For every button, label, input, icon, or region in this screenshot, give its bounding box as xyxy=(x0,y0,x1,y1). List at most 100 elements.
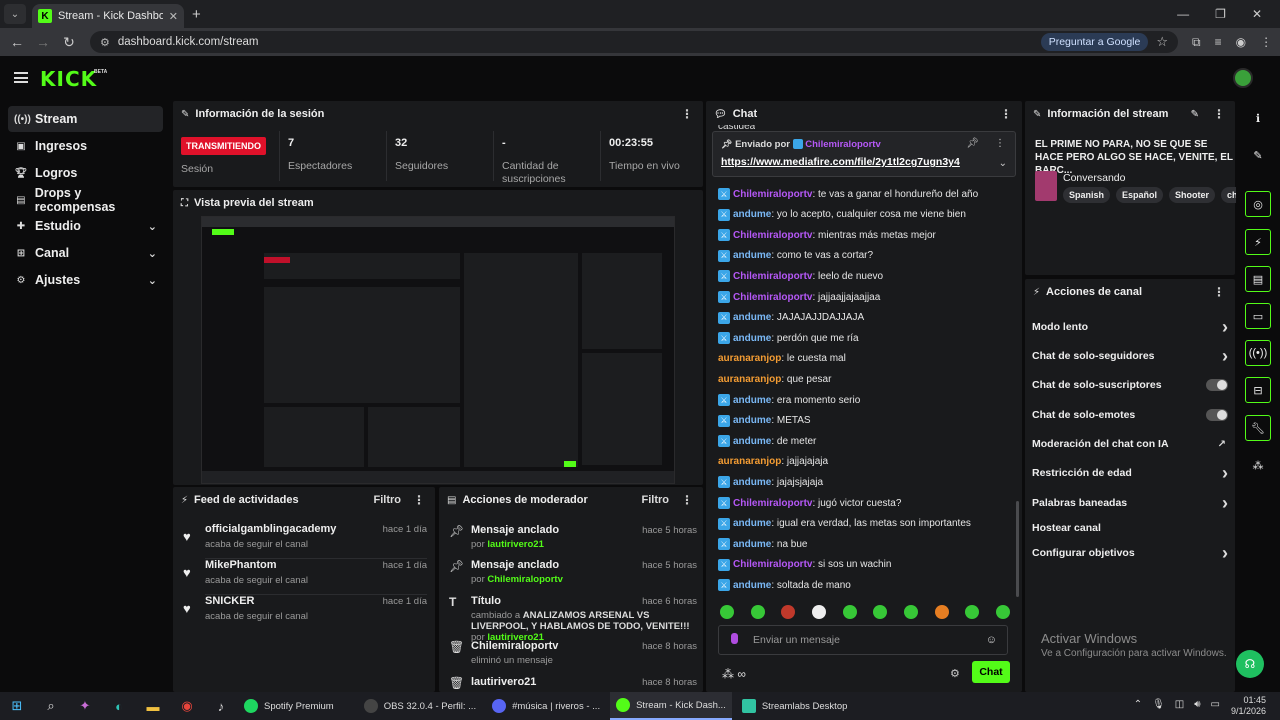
channel-action-3[interactable]: Chat de solo-emotes xyxy=(1032,407,1228,423)
chat-input[interactable]: Enviar un mensaje ☺ xyxy=(718,625,1008,655)
minimize-icon[interactable]: — xyxy=(1177,7,1189,21)
forward-icon[interactable]: → xyxy=(30,34,56,50)
close-tab-icon[interactable]: ✕ xyxy=(169,10,178,23)
tag[interactable]: Shooter xyxy=(1169,187,1216,203)
chat-icon[interactable]: ▭ xyxy=(1245,303,1271,329)
browser-tab[interactable]: K Stream - Kick Dashboard ✕ xyxy=(32,4,184,28)
sidebar-item-canal[interactable]: ⊞ Canal ⌄ xyxy=(8,240,163,266)
chevron-up-icon[interactable]: ⌃ xyxy=(1134,699,1142,710)
emote-icon[interactable] xyxy=(995,605,1010,619)
url-text[interactable]: dashboard.kick.com/stream xyxy=(118,36,1033,48)
network-icon[interactable]: ◫ xyxy=(1175,699,1184,710)
chat-username[interactable]: andume xyxy=(733,415,771,426)
channel-action-4[interactable]: Moderación del chat con IA ↗ xyxy=(1032,436,1228,452)
emote-icon[interactable] xyxy=(811,605,826,619)
emote-icon[interactable] xyxy=(720,605,734,619)
mod-icon[interactable]: ⊟ xyxy=(1245,377,1271,403)
taskbar-app[interactable]: Stream - Kick Dash... xyxy=(610,692,732,720)
chat-username[interactable]: andume xyxy=(733,312,771,323)
sidebar-item-stream[interactable]: ((•)) Stream xyxy=(8,106,163,132)
follower-name[interactable]: MikePhantom xyxy=(205,559,277,571)
pencil-icon[interactable]: ✎ xyxy=(1245,142,1271,168)
taskbar-app[interactable]: #música | riveros - ... xyxy=(486,692,606,720)
edit-icon[interactable]: ✎ xyxy=(1191,109,1199,120)
new-tab-button[interactable]: + xyxy=(192,6,201,23)
chat-settings-icon[interactable]: ⚙ xyxy=(950,667,960,680)
follower-name[interactable]: SNICKER xyxy=(205,595,255,607)
chat-username[interactable]: Chilemiraloportv xyxy=(733,189,812,200)
more-options-icon[interactable]: ⋮ xyxy=(681,493,693,507)
chat-username[interactable]: Chilemiraloportv xyxy=(733,230,812,241)
chat-username[interactable]: auranaranjop xyxy=(718,456,781,467)
volume-icon[interactable]: 🔊︎ xyxy=(1194,699,1200,710)
chat-scrollbar[interactable] xyxy=(1016,501,1019,597)
microphone-icon[interactable] xyxy=(731,633,738,644)
more-options-icon[interactable]: ⋮ xyxy=(681,107,693,121)
user-avatar[interactable] xyxy=(1233,68,1253,88)
ask-google-button[interactable]: Preguntar a Google xyxy=(1040,33,1149,51)
channel-action-1[interactable]: Chat de solo-seguidores › xyxy=(1032,346,1228,366)
pinned-user[interactable]: Chilemiraloportv xyxy=(805,139,881,150)
help-chat-button[interactable]: ☊ xyxy=(1236,650,1264,678)
send-chat-button[interactable]: Chat xyxy=(972,661,1010,683)
chat-username[interactable]: andume xyxy=(733,209,771,220)
broadcast-icon[interactable]: ((•)) xyxy=(1245,340,1271,366)
site-info-icon[interactable]: ⚙ xyxy=(100,36,110,49)
more-options-icon[interactable]: ⋮ xyxy=(413,493,425,507)
wrench-icon[interactable]: 🔧︎ xyxy=(1245,415,1271,441)
chrome-icon[interactable]: ◉ xyxy=(170,692,204,720)
chat-username[interactable]: andume xyxy=(733,580,771,591)
pinned-message[interactable]: 📌︎ Enviado por Chilemiraloportv https://… xyxy=(712,131,1016,177)
tag[interactable]: Español xyxy=(1116,187,1164,203)
chat-username[interactable]: Chilemiraloportv xyxy=(733,559,812,570)
emote-icon[interactable] xyxy=(965,605,980,619)
url-field[interactable]: ⚙ dashboard.kick.com/stream Preguntar a … xyxy=(90,31,1178,53)
chat-username[interactable]: andume xyxy=(733,539,771,550)
points-infinity-icon[interactable]: ⁂ ∞ xyxy=(722,667,746,681)
copilot-icon[interactable]: ✦ xyxy=(68,692,102,720)
emote-icon[interactable] xyxy=(903,605,918,619)
kick-logo[interactable]: KICK xyxy=(40,67,97,91)
points-icon[interactable]: ⁂ xyxy=(1245,452,1271,478)
taskbar-app[interactable]: OBS 32.0.4 - Perfil: ... xyxy=(358,692,482,720)
category-name[interactable]: Conversando xyxy=(1063,172,1125,184)
profile-icon[interactable]: ◉ xyxy=(1236,35,1246,50)
bolt-icon[interactable]: ⚡ xyxy=(1245,229,1271,255)
filter-button[interactable]: Filtro xyxy=(374,494,402,506)
emote-icon[interactable] xyxy=(842,605,857,619)
channel-action-6[interactable]: Palabras baneadas › xyxy=(1032,493,1228,513)
sidebar-item-ajustes[interactable]: ⚙ Ajustes ⌄ xyxy=(8,267,163,293)
channel-action-0[interactable]: Modo lento › xyxy=(1032,317,1228,337)
pinned-link[interactable]: https://www.mediafire.com/file/2y1tl2cg7… xyxy=(721,156,960,168)
raid-icon[interactable]: ◎ xyxy=(1245,191,1271,217)
sidebar-item-estudio[interactable]: ✚ Estudio ⌄ xyxy=(8,213,163,239)
chat-username[interactable]: auranaranjop xyxy=(718,374,781,385)
toggle-switch[interactable] xyxy=(1206,409,1228,421)
follower-name[interactable]: officialgamblingacademy xyxy=(205,523,336,535)
browser-menu-icon[interactable]: ⋮ xyxy=(1260,35,1272,50)
stream-preview-video[interactable] xyxy=(201,216,675,484)
unpin-icon[interactable]: 📌︎ xyxy=(966,138,979,149)
more-options-icon[interactable]: ⋮ xyxy=(995,138,1005,149)
toggle-switch[interactable] xyxy=(1206,379,1228,391)
info-icon[interactable]: ℹ xyxy=(1245,105,1271,131)
tiktok-icon[interactable]: ♪ xyxy=(204,692,238,720)
moderator-name[interactable]: Chilemiraloportv xyxy=(487,574,563,585)
close-window-icon[interactable]: ✕ xyxy=(1252,7,1262,21)
chat-username[interactable]: andume xyxy=(733,436,771,447)
document-icon[interactable]: ▤ xyxy=(1245,266,1271,292)
emote-icon[interactable] xyxy=(873,605,888,619)
chat-username[interactable]: Chilemiraloportv xyxy=(733,498,812,509)
channel-action-7[interactable]: Hostear canal xyxy=(1032,520,1228,536)
battery-icon[interactable]: ▭ xyxy=(1211,699,1220,710)
extensions-icon[interactable]: ⧉ xyxy=(1192,35,1201,50)
taskbar-app[interactable]: Streamlabs Desktop xyxy=(736,692,854,720)
more-options-icon[interactable]: ⋮ xyxy=(1213,107,1225,121)
restore-icon[interactable]: ❐ xyxy=(1215,7,1226,21)
chat-username[interactable]: Chilemiraloportv xyxy=(733,292,812,303)
chat-username[interactable]: andume xyxy=(733,477,771,488)
channel-action-8[interactable]: Configurar objetivos › xyxy=(1032,543,1228,563)
hamburger-menu-icon[interactable] xyxy=(14,72,28,83)
channel-action-2[interactable]: Chat de solo-suscriptores xyxy=(1032,377,1228,393)
more-options-icon[interactable]: ⋮ xyxy=(1000,107,1012,121)
